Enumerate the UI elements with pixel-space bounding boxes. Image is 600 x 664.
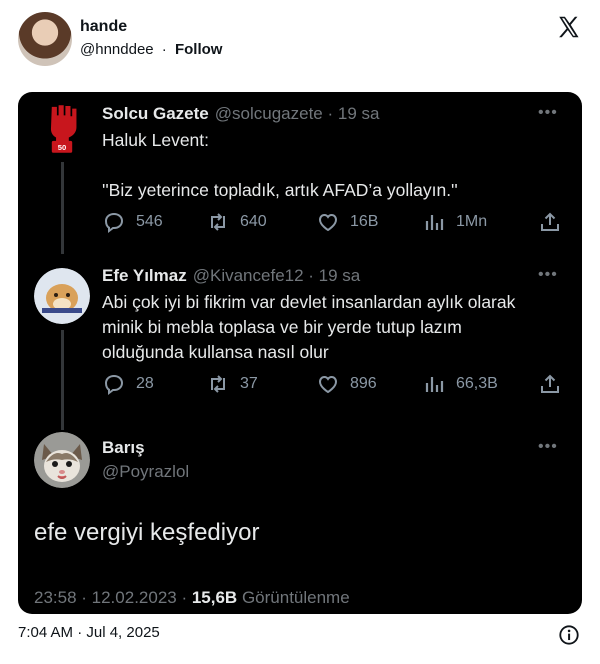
tweet-line: Haluk Levent: bbox=[102, 130, 210, 150]
tweet-line: ''Biz yeterince topladık, artık AFAD’a y… bbox=[102, 180, 458, 200]
more-options-icon[interactable]: ••• bbox=[538, 438, 558, 456]
tweet-author-name[interactable]: Solcu Gazete bbox=[102, 104, 209, 123]
thread-line bbox=[61, 162, 64, 254]
repost-button[interactable]: 37 bbox=[206, 372, 258, 396]
reply-button[interactable]: 28 bbox=[102, 372, 154, 396]
views-icon bbox=[425, 215, 444, 230]
embed-timestamp[interactable]: 7:04 AM · Jul 4, 2025 bbox=[18, 624, 160, 641]
main-author-handle: @Poyrazlol bbox=[102, 462, 189, 482]
tweet-name-row: Solcu Gazete @solcugazete · 19 sa bbox=[102, 104, 379, 124]
more-options-icon[interactable]: ••• bbox=[538, 266, 558, 284]
heart-icon bbox=[318, 213, 338, 232]
reply-icon bbox=[104, 374, 124, 395]
tweet-line: olduğunda kullansa nasıl olur bbox=[102, 342, 329, 362]
tweet-actions: 546 640 16B 1Mn bbox=[102, 210, 572, 236]
share-button[interactable] bbox=[538, 210, 562, 234]
repost-icon bbox=[211, 213, 225, 231]
reply-count: 28 bbox=[136, 375, 154, 392]
views-button[interactable]: 1Mn bbox=[422, 210, 487, 234]
repost-count: 640 bbox=[240, 213, 267, 230]
reply-icon bbox=[104, 212, 124, 233]
reply-button[interactable]: 546 bbox=[102, 210, 163, 234]
tweet-text: Abi çok iyi bi fikrim var devlet insanla… bbox=[102, 290, 515, 365]
like-button[interactable]: 896 bbox=[316, 372, 377, 396]
author-name[interactable]: hande bbox=[80, 18, 127, 36]
tweet-screenshot: 50 Solcu Gazete @solcugazete · 19 sa ••• … bbox=[18, 92, 582, 614]
tweet-author-name[interactable]: Efe Yılmaz bbox=[102, 266, 187, 285]
author-avatar[interactable] bbox=[18, 12, 72, 66]
info-icon[interactable] bbox=[558, 624, 580, 646]
like-count: 896 bbox=[350, 375, 377, 392]
tweet-actions: 28 37 896 66,3B bbox=[102, 372, 572, 398]
main-tweet-text: efe vergiyi keşfediyor bbox=[34, 519, 260, 546]
views-count: 1Mn bbox=[456, 213, 488, 230]
author-handle[interactable]: @hnnddee bbox=[80, 41, 154, 58]
like-button[interactable]: 16B bbox=[316, 210, 378, 234]
embed-footer: 7:04 AM · Jul 4, 2025 bbox=[18, 624, 582, 648]
repost-button[interactable]: 640 bbox=[206, 210, 267, 234]
views-button[interactable]: 66,3B bbox=[422, 372, 498, 396]
main-tweet-handle[interactable]: @Poyrazlol bbox=[102, 462, 189, 481]
tweet-line: Abi çok iyi bi fikrim var devlet insanla… bbox=[102, 292, 516, 312]
share-button[interactable] bbox=[538, 372, 562, 396]
avatar-badge-text: 50 bbox=[58, 143, 67, 152]
tweet-line bbox=[102, 153, 458, 178]
repost-icon bbox=[211, 375, 225, 393]
main-author-name: Barış bbox=[102, 438, 145, 458]
baris-avatar[interactable] bbox=[34, 432, 90, 488]
follow-button[interactable]: Follow bbox=[175, 41, 223, 58]
heart-icon bbox=[318, 375, 338, 394]
reply-count: 546 bbox=[136, 213, 163, 230]
views-icon bbox=[425, 377, 444, 392]
separator-dot: · bbox=[161, 41, 167, 58]
efe-avatar[interactable] bbox=[34, 268, 90, 324]
x-logo-icon[interactable] bbox=[556, 14, 582, 40]
embed-header: hande @hnnddee · Follow bbox=[0, 0, 600, 80]
more-options-icon[interactable]: ••• bbox=[538, 104, 558, 122]
tweet-line: minik bi mebla toplasa ve bir yerde tutu… bbox=[102, 317, 462, 337]
main-tweet-meta: 23:58 · 12.02.2023 · 15,6B Görüntülenme bbox=[34, 588, 350, 608]
tweet-text: Haluk Levent: ''Biz yeterince topladık, … bbox=[102, 128, 458, 203]
views-count: 66,3B bbox=[456, 375, 498, 392]
author-line: @hnnddee · Follow bbox=[80, 41, 222, 58]
main-tweet-views-count: 15,6B bbox=[191, 588, 238, 607]
like-count: 16B bbox=[350, 213, 379, 230]
main-tweet-name[interactable]: Barış bbox=[102, 438, 145, 457]
thread-line bbox=[61, 330, 64, 430]
repost-count: 37 bbox=[240, 375, 258, 392]
tweet-meta[interactable]: @solcugazete · 19 sa bbox=[215, 104, 380, 123]
share-icon bbox=[541, 374, 559, 393]
main-tweet-views-label: Görüntülenme bbox=[237, 588, 350, 607]
tweet-meta[interactable]: @Kivancefe12 · 19 sa bbox=[193, 266, 361, 285]
tweet-name-row: Efe Yılmaz @Kivancefe12 · 19 sa bbox=[102, 266, 360, 286]
share-icon bbox=[541, 212, 559, 231]
main-tweet-time[interactable]: 23:58 · 12.02.2023 · bbox=[34, 588, 192, 607]
raised-fist-icon[interactable]: 50 bbox=[45, 102, 79, 156]
